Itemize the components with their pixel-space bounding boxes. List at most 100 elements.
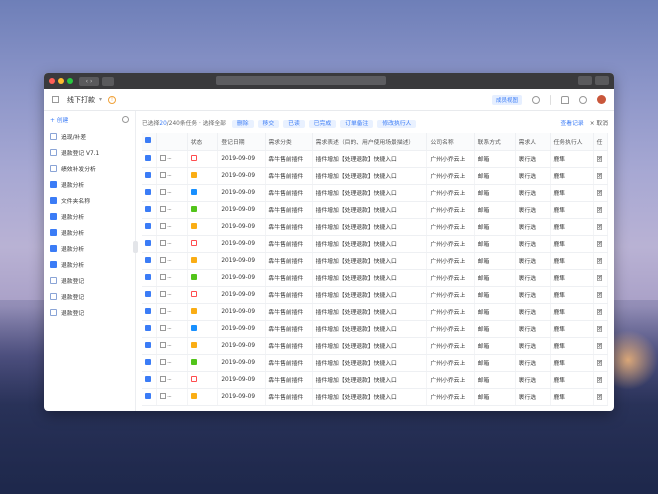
status-icon[interactable] bbox=[190, 239, 197, 246]
row-checkbox[interactable] bbox=[145, 188, 151, 195]
column-header[interactable]: 需求分类 bbox=[265, 133, 313, 151]
status-icon[interactable] bbox=[190, 341, 197, 348]
row-checkbox[interactable] bbox=[145, 307, 151, 314]
apps-grid-icon[interactable] bbox=[52, 96, 59, 103]
more-icon[interactable]: ··· bbox=[166, 225, 172, 231]
column-header[interactable]: 联系方式 bbox=[474, 133, 516, 151]
row-checkbox[interactable] bbox=[145, 324, 151, 331]
column-header[interactable]: 公司名称 bbox=[426, 133, 475, 151]
bulk-action-button[interactable]: 修改执行人 bbox=[377, 119, 417, 128]
row-checkbox[interactable] bbox=[145, 392, 151, 399]
column-header[interactable] bbox=[156, 133, 188, 151]
column-header[interactable]: 需求人 bbox=[515, 133, 551, 151]
sidebar-item[interactable]: 文件夹名称 bbox=[44, 192, 135, 208]
sidebar-item[interactable]: 退款登记 bbox=[44, 272, 135, 288]
sidebar-item[interactable]: 追现/补差 bbox=[44, 128, 135, 144]
table-row[interactable]: ··· 2019-09-09 犇牛售前插件 插件增加【处理退款】快捷入口 广州小乔云上邮… bbox=[142, 218, 609, 236]
close-window-icon[interactable] bbox=[49, 78, 55, 84]
bulk-action-button[interactable]: 删除 bbox=[231, 119, 254, 128]
table-row[interactable]: ··· 2019-09-09 犇牛售前插件 插件增加【处理退款】快捷入口 广州小乔云上邮… bbox=[142, 167, 609, 185]
settings-icon[interactable] bbox=[532, 95, 540, 104]
row-checkbox[interactable] bbox=[145, 273, 151, 280]
sidebar-item[interactable]: 退款分析 bbox=[44, 208, 135, 224]
column-header[interactable]: 任务执行人 bbox=[550, 133, 594, 151]
create-button[interactable]: + 创建 bbox=[50, 115, 68, 124]
table-row[interactable]: ··· 2019-09-09 犇牛售前插件 插件增加【处理退款】快捷入口 广州小乔云上邮… bbox=[142, 201, 609, 219]
sidebar-item[interactable]: 退款登记 bbox=[44, 288, 135, 304]
column-header[interactable]: 状态 bbox=[187, 133, 219, 151]
more-icon[interactable]: ··· bbox=[166, 208, 172, 214]
sidebar-item[interactable]: 退款登记 V7.1 bbox=[44, 144, 135, 160]
more-icon[interactable]: ··· bbox=[166, 191, 172, 197]
help-icon[interactable] bbox=[579, 95, 587, 104]
status-icon[interactable] bbox=[190, 324, 197, 331]
table-row[interactable]: ··· 2019-09-09 犇牛售前插件 插件增加【处理退款】快捷入口 广州小乔云上邮… bbox=[142, 184, 609, 202]
status-icon[interactable] bbox=[190, 171, 197, 178]
chevron-down-icon[interactable]: ▾ bbox=[99, 96, 102, 103]
more-icon[interactable]: ··· bbox=[166, 327, 172, 333]
table-row[interactable]: ··· 2019-09-09 犇牛售前插件 插件增加【处理退款】快捷入口 广州小乔云上邮… bbox=[142, 252, 609, 270]
table-row[interactable]: ··· 2019-09-09 犇牛售前插件 插件增加【处理退款】快捷入口 广州小乔云上邮… bbox=[142, 269, 609, 287]
sidebar-item[interactable]: 退款登记 bbox=[44, 304, 135, 320]
row-checkbox[interactable] bbox=[145, 341, 151, 348]
more-icon[interactable]: ··· bbox=[166, 344, 172, 350]
column-header[interactable] bbox=[142, 133, 157, 151]
minimize-window-icon[interactable] bbox=[58, 78, 64, 84]
sidebar-item[interactable]: 退款分析 bbox=[44, 256, 135, 272]
info-icon[interactable]: ! bbox=[108, 95, 117, 104]
row-checkbox[interactable] bbox=[145, 154, 151, 161]
row-checkbox[interactable] bbox=[145, 205, 151, 212]
tabs-icon[interactable] bbox=[595, 76, 609, 85]
back-forward-button[interactable]: ‹ › bbox=[79, 76, 99, 86]
status-icon[interactable] bbox=[190, 188, 197, 195]
status-icon[interactable] bbox=[190, 290, 197, 297]
status-icon[interactable] bbox=[190, 392, 197, 399]
row-checkbox[interactable] bbox=[145, 222, 151, 229]
bulk-action-button[interactable]: 订单备注 bbox=[340, 119, 374, 128]
more-icon[interactable]: ··· bbox=[166, 378, 172, 384]
row-checkbox[interactable] bbox=[145, 358, 151, 365]
bulk-action-button[interactable]: 移交 bbox=[257, 119, 280, 128]
sidebar-item[interactable]: 退款分析 bbox=[44, 176, 135, 192]
table-row[interactable]: ··· 2019-09-09 犇牛售前插件 插件增加【处理退款】快捷入口 广州小乔云上邮… bbox=[142, 303, 609, 321]
status-icon[interactable] bbox=[190, 375, 197, 382]
cancel-button[interactable]: × 取消 bbox=[590, 118, 608, 127]
row-checkbox[interactable] bbox=[145, 375, 151, 382]
table-row[interactable]: ··· 2019-09-09 犇牛售前插件 插件增加【处理退款】快捷入口 广州小乔云上邮… bbox=[142, 320, 609, 338]
share-icon[interactable] bbox=[578, 76, 592, 85]
table-row[interactable]: ··· 2019-09-09 犇牛售前插件 插件增加【处理退款】快捷入口 广州小乔云上邮… bbox=[142, 371, 609, 389]
more-icon[interactable]: ··· bbox=[166, 361, 172, 367]
row-checkbox[interactable] bbox=[145, 290, 151, 297]
more-icon[interactable]: ··· bbox=[166, 276, 172, 282]
bell-icon[interactable] bbox=[561, 95, 569, 104]
sidebar-item[interactable]: 绩效补发分析 bbox=[44, 160, 135, 176]
view-log-button[interactable]: 查看记录 bbox=[561, 118, 584, 127]
column-header[interactable]: 登记日期 bbox=[217, 133, 266, 151]
status-icon[interactable] bbox=[190, 307, 197, 314]
sidebar-toggle-icon[interactable] bbox=[102, 76, 114, 86]
status-icon[interactable] bbox=[190, 205, 197, 212]
address-bar[interactable] bbox=[216, 76, 386, 85]
row-checkbox[interactable] bbox=[145, 256, 151, 263]
status-icon[interactable] bbox=[190, 358, 197, 365]
table-row[interactable]: ··· 2019-09-09 犇牛售前插件 插件增加【处理退款】快捷入口 广州小乔云上邮… bbox=[142, 235, 609, 253]
maximize-window-icon[interactable] bbox=[67, 78, 73, 84]
more-icon[interactable]: ··· bbox=[166, 395, 172, 401]
status-icon[interactable] bbox=[190, 222, 197, 229]
table-row[interactable]: ··· 2019-09-09 犇牛售前插件 插件增加【处理退款】快捷入口 广州小乔云上邮… bbox=[142, 286, 609, 304]
row-checkbox[interactable] bbox=[145, 171, 151, 178]
sidebar-item[interactable]: 退款分析 bbox=[44, 240, 135, 256]
page-title[interactable]: 线下打款 bbox=[67, 95, 95, 105]
more-icon[interactable]: ··· bbox=[166, 310, 172, 316]
row-checkbox[interactable] bbox=[145, 239, 151, 246]
select-all-checkbox[interactable] bbox=[145, 137, 151, 144]
status-icon[interactable] bbox=[190, 154, 197, 161]
sidebar-item[interactable]: 退款分析 bbox=[44, 224, 135, 240]
column-header[interactable]: 任 bbox=[593, 133, 609, 151]
table-row[interactable]: ··· 2019-09-09 犇牛售前插件 插件增加【处理退款】快捷入口 广州小乔云上邮… bbox=[142, 354, 609, 372]
avatar[interactable] bbox=[597, 95, 606, 104]
column-header[interactable]: 需求表述（目的、用户使用场景描述） bbox=[312, 133, 428, 151]
table-row[interactable]: ··· 2019-09-09 犇牛售前插件 插件增加【处理退款】快捷入口 广州小乔云上邮… bbox=[142, 150, 609, 168]
sidebar-resize-handle[interactable] bbox=[133, 241, 138, 253]
status-icon[interactable] bbox=[190, 256, 197, 263]
